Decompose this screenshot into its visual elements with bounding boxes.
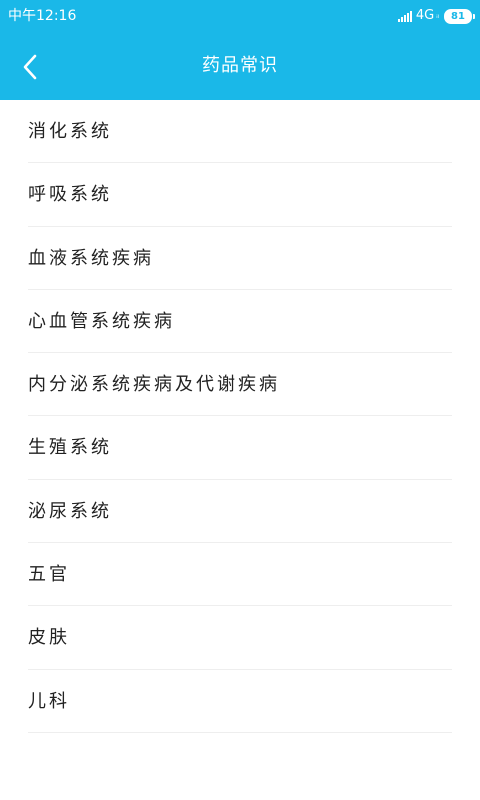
category-item-urinary[interactable]: 泌尿系统 xyxy=(28,480,452,544)
category-item-ent[interactable]: 五官 xyxy=(28,543,452,607)
category-item-skin[interactable]: 皮肤 xyxy=(28,606,452,670)
category-item-pediatrics[interactable]: 儿科 xyxy=(28,670,452,733)
category-label: 呼吸系统 xyxy=(28,184,112,206)
category-item-digestive[interactable]: 消化系统 xyxy=(28,100,452,164)
page-title: 药品常识 xyxy=(202,55,278,76)
status-indicators: 4G ᵢₗ 81 xyxy=(397,6,475,26)
category-item-cardiovascular[interactable]: 心血管系统疾病 xyxy=(28,290,452,354)
category-label: 五官 xyxy=(28,564,70,586)
signal-icon xyxy=(397,10,412,22)
status-time: 中午12:16 xyxy=(8,8,77,24)
category-label: 皮肤 xyxy=(28,627,70,649)
category-item-respiratory[interactable]: 呼吸系统 xyxy=(28,163,452,227)
category-item-blood[interactable]: 血液系统疾病 xyxy=(28,227,452,290)
battery-icon: 81 xyxy=(444,8,475,24)
category-label: 泌尿系统 xyxy=(28,500,112,522)
category-label: 心血管系统疾病 xyxy=(28,310,175,332)
category-label: 儿科 xyxy=(28,690,70,712)
network-activity-icon: ᵢₗ xyxy=(436,11,439,20)
category-item-reproductive[interactable]: 生殖系统 xyxy=(28,416,452,480)
category-item-endocrine[interactable]: 内分泌系统疾病及代谢疾病 xyxy=(28,353,452,417)
category-list: 消化系统 呼吸系统 血液系统疾病 心血管系统疾病 内分泌系统疾病及代谢疾病 生殖… xyxy=(0,100,480,733)
network-type-label: 4G xyxy=(415,8,435,23)
status-bar: 中午12:16 4G ᵢₗ 81 xyxy=(0,0,480,32)
category-label: 血液系统疾病 xyxy=(28,247,154,269)
app-bar: 中午12:16 4G ᵢₗ 81 药品常识 xyxy=(0,0,480,100)
category-label: 消化系统 xyxy=(28,121,112,142)
category-label: 内分泌系统疾病及代谢疾病 xyxy=(28,374,280,396)
category-label: 生殖系统 xyxy=(28,437,112,459)
screen: 中午12:16 4G ᵢₗ 81 药品常识 消化系统 呼吸系统 血液系统疾病 心… xyxy=(0,0,480,800)
